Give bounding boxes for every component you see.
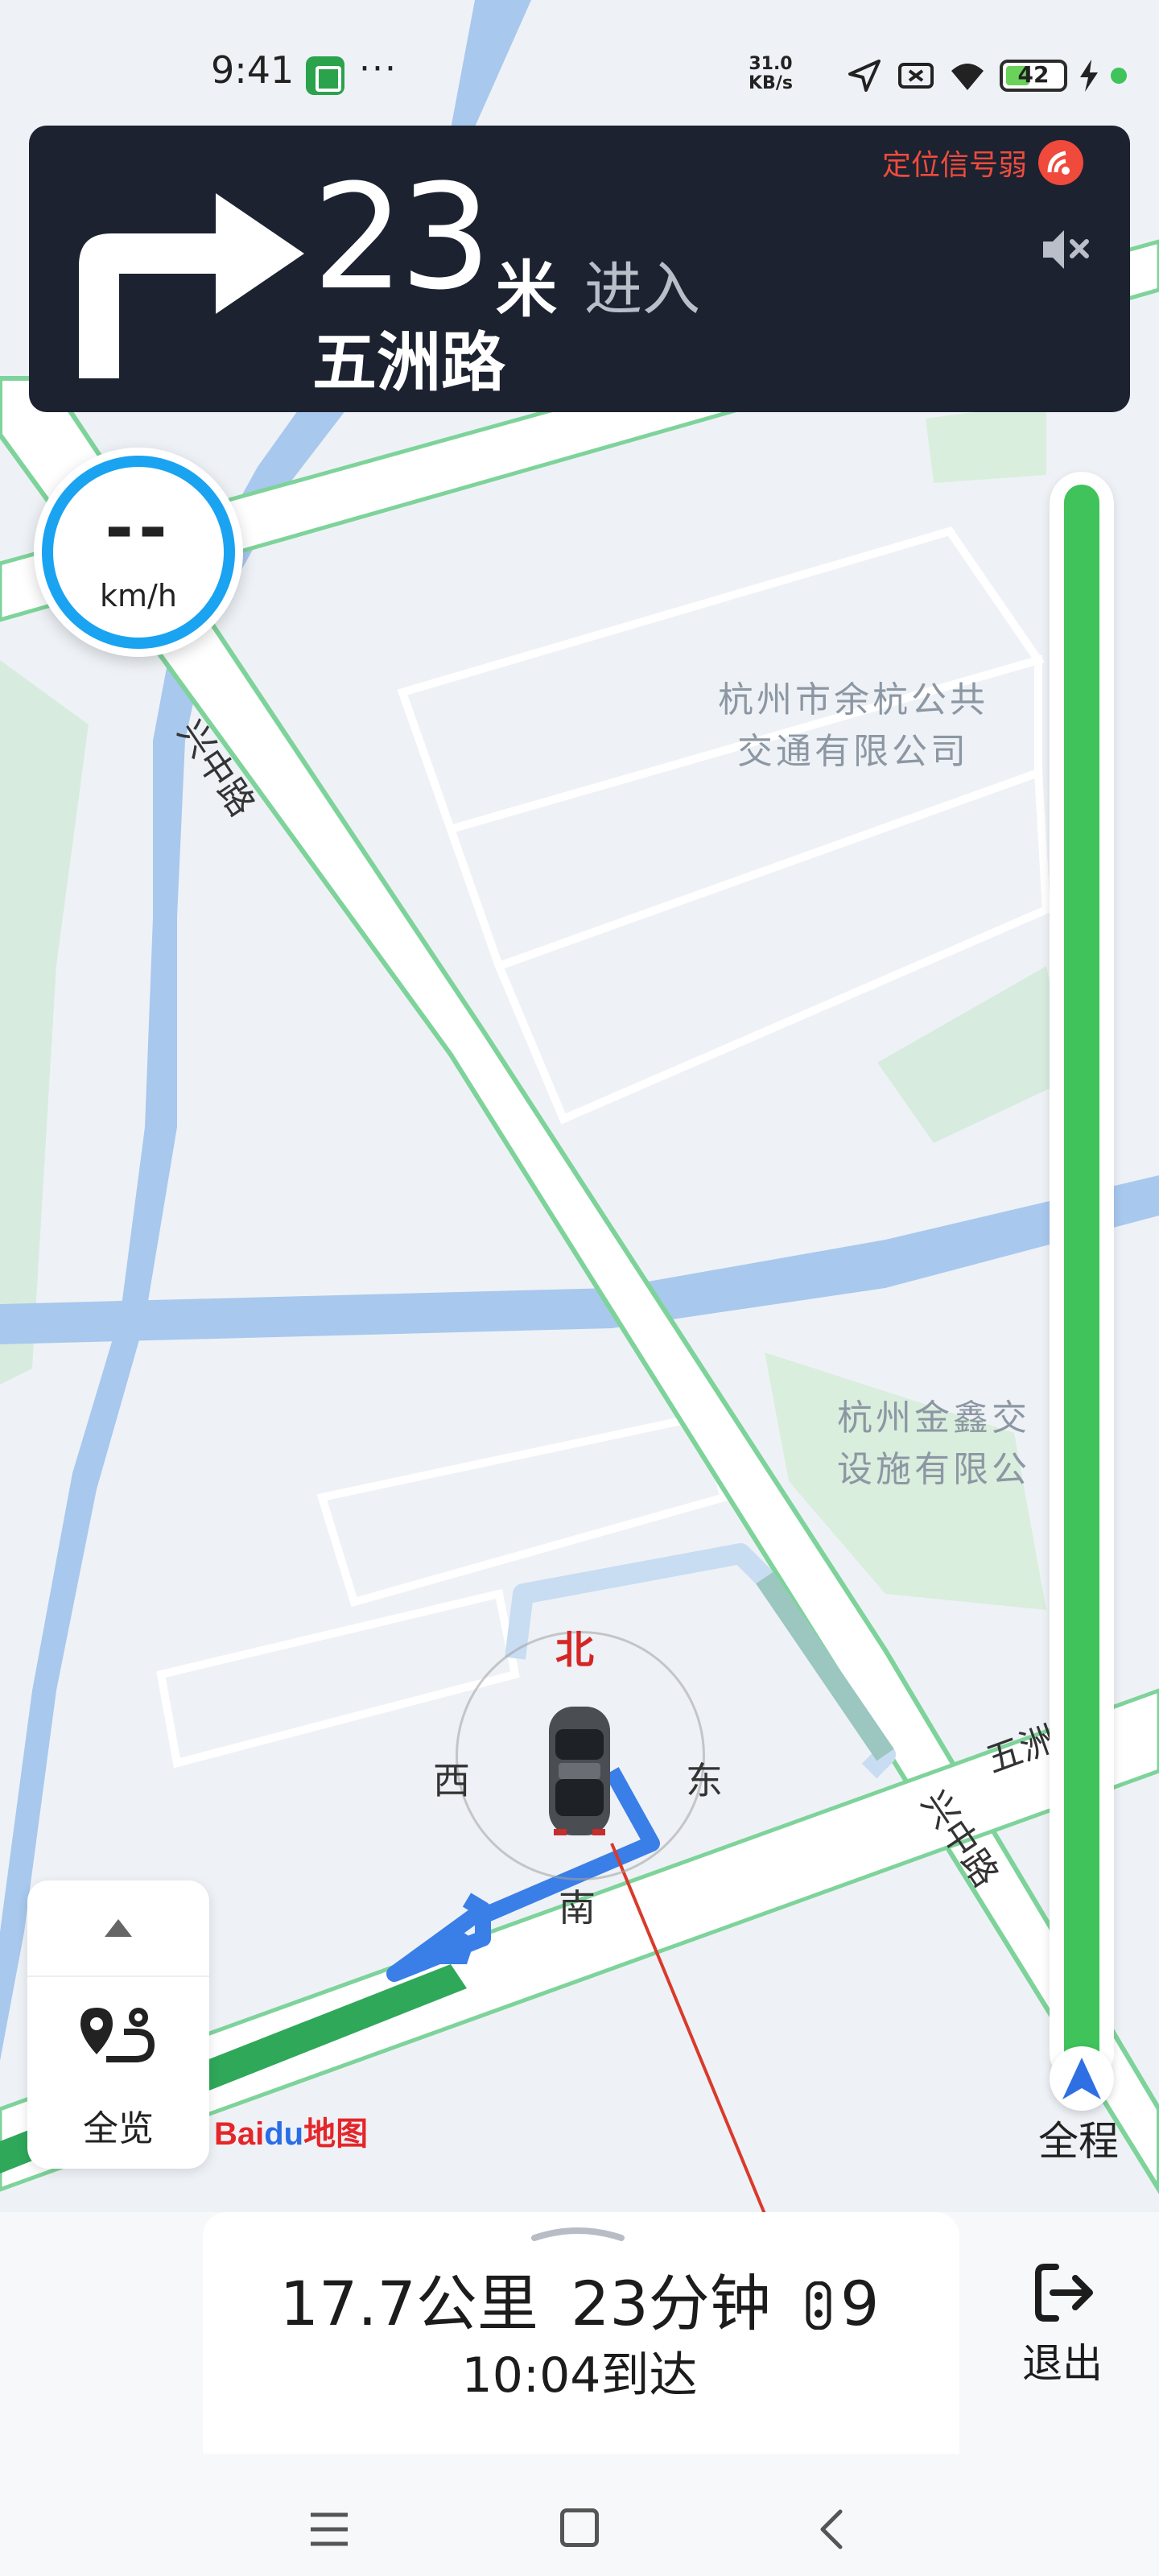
arrival-time: 10:04到达 xyxy=(461,2347,698,2404)
trip-summary: 17.7公里 23分钟 9 xyxy=(0,2254,1159,2343)
map-controls-panel: 全览 xyxy=(27,1880,209,2169)
logo-map: 地图 xyxy=(303,2116,369,2152)
traffic-light-count: 9 xyxy=(839,2268,880,2339)
more-notifications-icon: ··· xyxy=(359,48,398,89)
poi-label-jinxin[interactable]: 杭州金鑫交 设施有限公 xyxy=(805,1393,1062,1496)
compass-north: 北 xyxy=(555,1628,595,1673)
exit-icon xyxy=(1035,2264,1093,2322)
speed-unit: km/h xyxy=(100,578,177,613)
overview-label[interactable]: 全览 xyxy=(27,2099,209,2151)
status-icons: 42 xyxy=(845,56,1127,95)
status-time: 9:41 xyxy=(211,48,295,92)
net-speed-value: 31.0 xyxy=(749,54,793,74)
poi-label-bus-company[interactable]: 杭州市余杭公共 交通有限公司 xyxy=(708,675,998,778)
compass-west: 西 xyxy=(433,1759,470,1802)
no-sim-icon xyxy=(898,63,934,89)
compass-east: 东 xyxy=(686,1759,723,1802)
next-road-name: 五洲路 xyxy=(312,325,505,400)
app-icon xyxy=(306,56,344,95)
baidu-map-logo: Baidu地图 xyxy=(214,2107,368,2154)
system-navigation-bar xyxy=(0,2463,1159,2576)
turn-distance: 23 xyxy=(312,154,492,322)
speedometer: -- km/h xyxy=(34,448,243,657)
remaining-distance: 17.7公里 xyxy=(279,2268,538,2339)
route-progress-fill xyxy=(1064,485,1099,2072)
net-speed-unit: KB/s xyxy=(749,73,793,93)
exit-navigation-button[interactable]: 退出 xyxy=(998,2254,1127,2399)
compass-south: 南 xyxy=(559,1886,596,1930)
navigation-banner[interactable]: 23 米 进入 五洲路 定位信号弱 xyxy=(29,126,1130,412)
traffic-light-icon xyxy=(806,2281,831,2330)
current-speed: -- xyxy=(105,488,172,568)
wifi-icon xyxy=(951,64,984,90)
location-arrow-icon xyxy=(848,60,881,92)
exit-label: 退出 xyxy=(1022,2340,1103,2387)
gps-weak-text: 定位信号弱 xyxy=(881,149,1027,182)
status-bar: 9:41 ··· 31.0 KB/s 42 xyxy=(0,0,1159,121)
charging-icon xyxy=(1080,60,1098,92)
navigation-arrow-icon xyxy=(1050,2046,1114,2111)
expand-up-button[interactable] xyxy=(27,1880,209,1977)
route-overview-icon xyxy=(80,2008,155,2062)
status-dot xyxy=(1111,68,1127,84)
mute-icon[interactable] xyxy=(1037,221,1095,279)
logo-bai: Bai xyxy=(214,2116,265,2152)
gps-weak-indicator[interactable]: 定位信号弱 xyxy=(882,140,1083,185)
full-route-label[interactable]: 全程 xyxy=(1038,2109,1119,2167)
sheet-drag-handle[interactable] xyxy=(531,2223,625,2241)
home-icon[interactable] xyxy=(560,2508,599,2547)
logo-du: du xyxy=(264,2116,304,2152)
net-speed: 31.0 KB/s xyxy=(749,55,793,93)
turn-right-arrow-icon xyxy=(79,193,304,378)
menu-icon[interactable] xyxy=(309,2512,349,2547)
remaining-time: 23分钟 xyxy=(571,2268,771,2339)
route-progress-bar[interactable] xyxy=(1050,472,1114,2085)
turn-action: 进入 xyxy=(584,255,701,323)
battery-icon: 42 xyxy=(1000,60,1067,92)
back-icon[interactable] xyxy=(813,2508,853,2550)
satellite-signal-icon xyxy=(1038,140,1083,185)
battery-level: 42 xyxy=(1017,61,1050,88)
